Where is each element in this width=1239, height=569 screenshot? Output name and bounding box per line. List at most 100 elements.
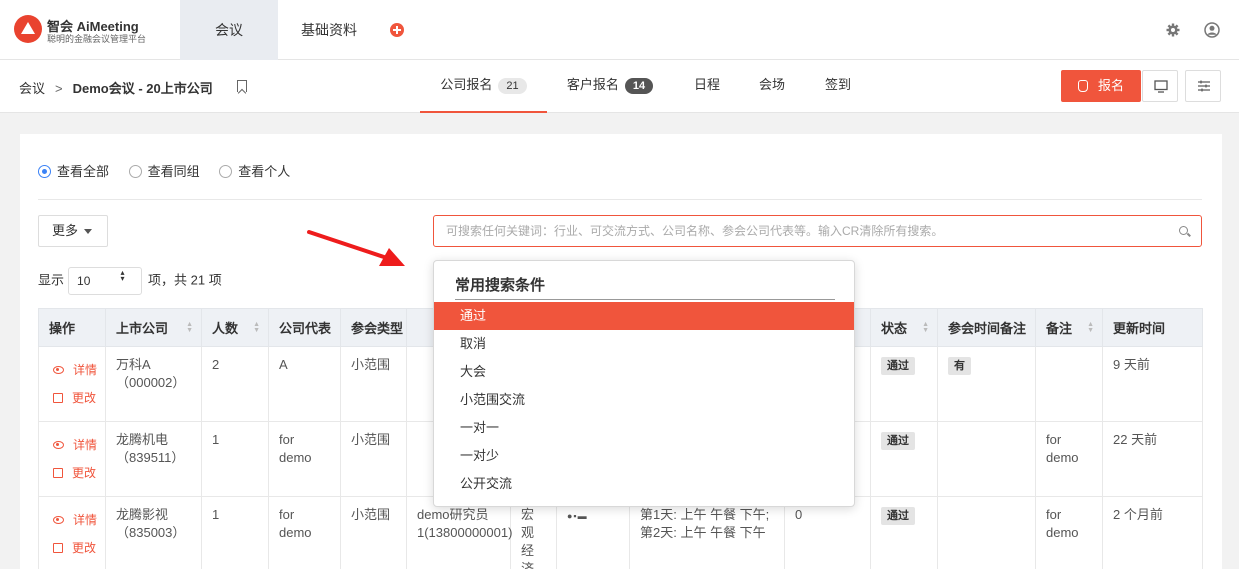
brand-tagline: 聪明的金融会议管理平台 xyxy=(47,34,147,44)
tab-checkin[interactable]: 签到 xyxy=(815,60,861,113)
caret-down-icon xyxy=(84,229,93,234)
radio-label: 查看个人 xyxy=(238,164,291,179)
action-cell: 详情 更改 xyxy=(38,346,106,422)
register-button[interactable]: 报名 xyxy=(1061,70,1141,102)
time-note-badge: 有 xyxy=(948,357,971,375)
show-label: 显示 xyxy=(38,272,65,288)
dropdown-item[interactable]: 公开交流 xyxy=(434,470,854,498)
contact-mode-icons: ●▪▬ xyxy=(567,511,588,521)
col-label: 人数 xyxy=(212,321,239,336)
radio-label: 查看全部 xyxy=(57,164,110,179)
more-label: 更多 xyxy=(52,223,79,238)
brand-logo[interactable]: 智会 AiMeeting 聪明的金融会议管理平台 xyxy=(14,14,164,46)
edit-link[interactable]: 更改 xyxy=(49,534,97,562)
view-filter: 查看全部 查看同组 查看个人 xyxy=(38,161,306,180)
col-people[interactable]: 人数 ▲ ▼ xyxy=(201,308,269,347)
breadcrumb: 会议 > Demo会议 - 20上市公司 xyxy=(19,78,213,97)
edit-link[interactable]: 更改 xyxy=(49,384,97,412)
edit-icon xyxy=(53,393,63,403)
gear-icon[interactable] xyxy=(1166,23,1180,37)
edit-label: 更改 xyxy=(72,466,97,480)
nav-basic-data[interactable]: 基础资料 xyxy=(280,0,378,60)
add-circle-icon[interactable] xyxy=(390,23,404,37)
col-updated[interactable]: 更新时间 xyxy=(1102,308,1203,347)
company-cell: 龙腾机电（839511） xyxy=(105,421,202,497)
status-cell: 通过 xyxy=(870,346,938,422)
edit-label: 更改 xyxy=(72,391,97,405)
detail-label: 详情 xyxy=(73,438,98,452)
total-summary: 项，共 21 项 xyxy=(148,272,222,288)
nav-meeting[interactable]: 会议 xyxy=(180,0,278,60)
time-note-cell: 有 xyxy=(937,346,1036,422)
col-label: 上市公司 xyxy=(116,321,169,336)
status-badge: 通过 xyxy=(881,432,915,450)
edit-link[interactable]: 更改 xyxy=(49,459,97,487)
eye-icon xyxy=(53,516,64,524)
col-rep[interactable]: 公司代表 xyxy=(268,308,341,347)
sliders-icon xyxy=(1198,80,1210,92)
people-cell: 1 xyxy=(201,496,269,569)
note-cell xyxy=(1035,346,1103,422)
radio-view-all[interactable]: 查看全部 xyxy=(38,161,109,180)
logo-icon xyxy=(14,15,42,43)
status-badge: 通过 xyxy=(881,507,915,525)
page-size-select[interactable]: 10 xyxy=(68,267,143,295)
type-cell: 小范围 xyxy=(340,346,407,422)
top-nav: 智会 AiMeeting 聪明的金融会议管理平台 会议 基础资料 xyxy=(0,0,1239,60)
dropdown-item[interactable]: 大会 xyxy=(434,358,854,386)
search-icon[interactable] xyxy=(1179,226,1188,235)
count-badge: 14 xyxy=(624,78,654,94)
breadcrumb-root[interactable]: 会议 xyxy=(19,81,45,96)
col-type[interactable]: 参会类型 xyxy=(340,308,407,347)
bookmark-icon[interactable] xyxy=(237,80,247,92)
dropdown-item[interactable]: 小范围交流 xyxy=(434,386,854,414)
table-row: 详情 更改 龙腾影视（835003） 1 for demo 小范围 demo研究… xyxy=(38,496,1203,569)
search-input[interactable] xyxy=(433,215,1202,247)
col-company[interactable]: 上市公司 ▲ ▼ xyxy=(105,308,202,347)
dropdown-item[interactable]: 通过 xyxy=(434,302,854,330)
rep-cell: for demo xyxy=(268,496,341,569)
user-icon[interactable] xyxy=(1204,22,1220,38)
detail-label: 详情 xyxy=(73,513,98,527)
col-time-note[interactable]: 参会时间备注 xyxy=(937,308,1036,347)
radio-unchecked-icon xyxy=(219,165,233,178)
rep-cell: for demo xyxy=(268,421,341,497)
col-note[interactable]: 备注 ▲ ▼ xyxy=(1035,308,1103,347)
dropdown-item[interactable]: 取消 xyxy=(434,330,854,358)
eye-icon xyxy=(53,366,64,374)
dropdown-item[interactable]: 一对一 xyxy=(434,414,854,442)
type-cell: 小范围 xyxy=(340,496,407,569)
radio-checked-icon xyxy=(38,165,51,178)
settings-sliders-button[interactable] xyxy=(1185,70,1221,102)
detail-link[interactable]: 详情 xyxy=(49,356,97,384)
tab-schedule[interactable]: 日程 xyxy=(684,60,730,113)
action-cell: 详情 更改 xyxy=(38,421,106,497)
edit-icon xyxy=(53,468,63,478)
updated-cell: 22 天前 xyxy=(1102,421,1203,497)
action-cell: 详情 更改 xyxy=(38,496,106,569)
divider xyxy=(38,199,1202,200)
tab-company-registration[interactable]: 公司报名 21 xyxy=(420,60,547,113)
screen-button[interactable] xyxy=(1142,70,1178,102)
tab-label: 客户报名 xyxy=(566,77,619,92)
sub-nav: 会议 > Demo会议 - 20上市公司 公司报名 21 客户报名 14 日程 会场 签… xyxy=(0,60,1239,113)
col-status[interactable]: 状态 ▲ ▼ xyxy=(870,308,938,347)
detail-link[interactable]: 详情 xyxy=(49,431,98,459)
radio-view-personal[interactable]: 查看个人 xyxy=(219,161,290,180)
count-badge: 21 xyxy=(498,78,527,94)
detail-link[interactable]: 详情 xyxy=(49,506,98,534)
tab-venue[interactable]: 会场 xyxy=(749,60,795,113)
sort-icon: ▲ ▼ xyxy=(922,321,929,334)
register-label: 报名 xyxy=(1097,78,1124,93)
more-button[interactable]: 更多 xyxy=(38,215,108,247)
days-cell: 第1天: 上午 午餐 下午; 第2天: 上午 午餐 下午 xyxy=(629,496,785,569)
updated-cell: 2 个月前 xyxy=(1102,496,1203,569)
time-note-cell xyxy=(937,421,1036,497)
tab-client-registration[interactable]: 客户报名 14 xyxy=(556,60,664,113)
hand-pointer-icon xyxy=(1077,80,1088,92)
edit-label: 更改 xyxy=(72,541,97,555)
clients-cell: 0 xyxy=(784,496,871,569)
rep-cell: A xyxy=(268,346,341,422)
dropdown-item[interactable]: 一对少 xyxy=(434,442,854,470)
radio-view-group[interactable]: 查看同组 xyxy=(128,161,200,180)
